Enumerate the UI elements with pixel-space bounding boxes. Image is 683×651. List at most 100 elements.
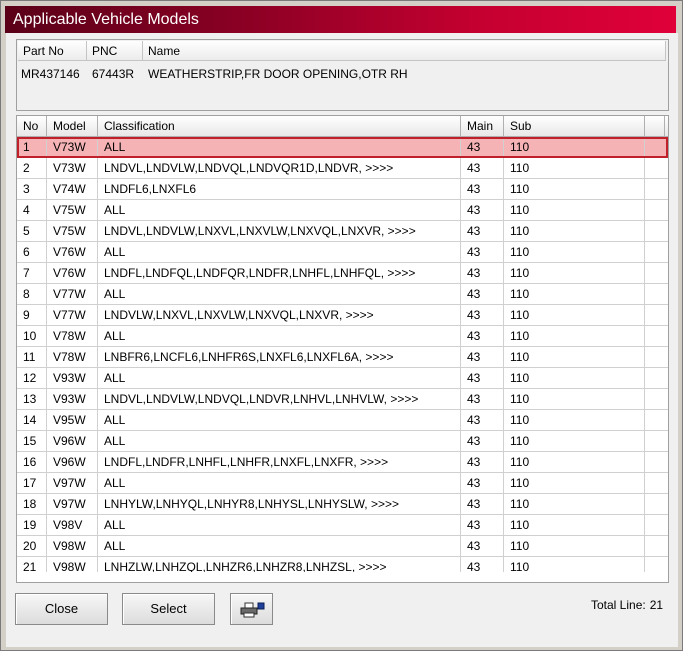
row-classification-cell: ALL: [98, 326, 461, 346]
table-header-row: No Model Classification Main Sub: [17, 116, 668, 137]
row-main-cell: 43: [461, 242, 504, 262]
table-row[interactable]: 18 V97W LNHYLW,LNHYQL,LNHYR8,LNHYSL,LNHYSL…: [17, 494, 668, 515]
row-classification-cell: ALL: [98, 410, 461, 430]
row-model-cell: V77W: [47, 284, 98, 304]
table-row[interactable]: 6 V76W ALL 43 110: [17, 242, 668, 263]
table-row[interactable]: 13 V93W LNDVL,LNDVLW,LNDVQL,LNDVR,LNHVL,LN…: [17, 389, 668, 410]
classification-column-header[interactable]: Classification: [98, 116, 461, 136]
row-model-cell: V97W: [47, 494, 98, 514]
table-body: 1 V73W ALL 43 110 2 V73W LNDVL,LNDVLW,LNDVQL,LN…: [17, 137, 668, 578]
row-main-cell: 43: [461, 158, 504, 178]
sub-column-header[interactable]: Sub: [504, 116, 645, 136]
row-sub-cell: 110: [504, 284, 645, 304]
table-row[interactable]: 10 V78W ALL 43 110: [17, 326, 668, 347]
pnc-header[interactable]: PNC: [87, 41, 143, 61]
row-classification-cell: ALL: [98, 137, 461, 157]
row-classification-cell: LNHYLW,LNHYQL,LNHYR8,LNHYSL,LNHYSLW, >>>…: [98, 494, 461, 514]
row-sub-cell: 110: [504, 179, 645, 199]
total-line-label: Total Line:: [591, 598, 646, 612]
table-row[interactable]: 16 V96W LNDFL,LNDFR,LNHFL,LNHFR,LNXFL,LNXF…: [17, 452, 668, 473]
table-row[interactable]: 14 V95W ALL 43 110: [17, 410, 668, 431]
table-row[interactable]: 17 V97W ALL 43 110: [17, 473, 668, 494]
row-sub-cell: 110: [504, 263, 645, 283]
part-name-value: WEATHERSTRIP,FR DOOR OPENING,OTR RH: [148, 67, 408, 81]
row-no-cell: 11: [17, 347, 47, 367]
close-button[interactable]: Close: [15, 593, 108, 625]
row-sub-cell: 110: [504, 347, 645, 367]
row-no-cell: 3: [17, 179, 47, 199]
row-model-cell: V98V: [47, 515, 98, 535]
no-column-header[interactable]: No: [17, 116, 47, 136]
table-row[interactable]: 19 V98V ALL 43 110: [17, 515, 668, 536]
row-no-cell: 16: [17, 452, 47, 472]
row-model-cell: V78W: [47, 347, 98, 367]
row-model-cell: V98W: [47, 536, 98, 556]
model-column-header[interactable]: Model: [47, 116, 98, 136]
table-row[interactable]: 9 V77W LNDVLW,LNXVL,LNXVLW,LNXVQL,LNXVR, >…: [17, 305, 668, 326]
table-row[interactable]: 11 V78W LNBFR6,LNCFL6,LNHFR6S,LNXFL6,LNXFL…: [17, 347, 668, 368]
row-main-cell: 43: [461, 452, 504, 472]
row-sub-cell: 110: [504, 242, 645, 262]
part-no-value: MR437146: [21, 67, 80, 81]
row-main-cell: 43: [461, 137, 504, 157]
row-filler: [645, 137, 665, 157]
row-main-cell: 43: [461, 221, 504, 241]
row-main-cell: 43: [461, 305, 504, 325]
row-classification-cell: ALL: [98, 431, 461, 451]
row-sub-cell: 110: [504, 410, 645, 430]
row-no-cell: 20: [17, 536, 47, 556]
table-row[interactable]: 15 V96W ALL 43 110: [17, 431, 668, 452]
row-sub-cell: 110: [504, 368, 645, 388]
row-no-cell: 18: [17, 494, 47, 514]
part-no-header[interactable]: Part No: [18, 41, 87, 61]
applicable-vehicle-models-window: Applicable Vehicle Models Part No PNC Na…: [0, 0, 683, 651]
print-button[interactable]: [230, 593, 273, 625]
row-model-cell: V78W: [47, 326, 98, 346]
table-row[interactable]: 8 V77W ALL 43 110: [17, 284, 668, 305]
table-row[interactable]: 2 V73W LNDVL,LNDVLW,LNDVQL,LNDVQR1D,LNDVR,…: [17, 158, 668, 179]
total-line-indicator: Total Line: 21: [591, 598, 667, 612]
row-filler: [645, 158, 665, 178]
table-row[interactable]: 12 V93W ALL 43 110: [17, 368, 668, 389]
row-sub-cell: 110: [504, 389, 645, 409]
row-main-cell: 43: [461, 263, 504, 283]
name-header[interactable]: Name: [143, 41, 666, 61]
row-classification-cell: LNDVL,LNDVLW,LNDVQL,LNDVR,LNHVL,LNHVLW, …: [98, 389, 461, 409]
table-row[interactable]: 4 V75W ALL 43 110: [17, 200, 668, 221]
row-filler: [645, 326, 665, 346]
row-classification-cell: ALL: [98, 200, 461, 220]
table-row[interactable]: 3 V74W LNDFL6,LNXFL6 43 110: [17, 179, 668, 200]
row-no-cell: 14: [17, 410, 47, 430]
row-filler: [645, 179, 665, 199]
row-classification-cell: LNDFL,LNDFQL,LNDFQR,LNDFR,LNHFL,LNHFQL, …: [98, 263, 461, 283]
header-filler: [645, 116, 665, 136]
total-line-value: 21: [649, 598, 664, 612]
vehicle-models-table: No Model Classification Main Sub 1 V73W AL…: [16, 115, 669, 583]
row-sub-cell: 110: [504, 158, 645, 178]
row-filler: [645, 452, 665, 472]
row-classification-cell: LNDVL,LNDVLW,LNDVQL,LNDVQR1D,LNDVR, >>>>: [98, 158, 461, 178]
row-model-cell: V77W: [47, 305, 98, 325]
row-main-cell: 43: [461, 389, 504, 409]
row-filler: [645, 347, 665, 367]
row-classification-cell: ALL: [98, 368, 461, 388]
row-model-cell: V93W: [47, 389, 98, 409]
select-button[interactable]: Select: [122, 593, 215, 625]
window-title: Applicable Vehicle Models: [5, 6, 676, 33]
table-row[interactable]: 5 V75W LNDVL,LNDVLW,LNXVL,LNXVLW,LNXVQL,LN…: [17, 221, 668, 242]
row-classification-cell: LNDFL6,LNXFL6: [98, 179, 461, 199]
row-no-cell: 9: [17, 305, 47, 325]
table-bottom-area: [17, 572, 668, 582]
row-filler: [645, 368, 665, 388]
row-classification-cell: ALL: [98, 473, 461, 493]
main-column-header[interactable]: Main: [461, 116, 504, 136]
row-model-cell: V76W: [47, 242, 98, 262]
table-row[interactable]: 7 V76W LNDFL,LNDFQL,LNDFQR,LNDFR,LNHFL,LNH…: [17, 263, 668, 284]
table-row[interactable]: 20 V98W ALL 43 110: [17, 536, 668, 557]
row-filler: [645, 221, 665, 241]
table-row[interactable]: 1 V73W ALL 43 110: [17, 137, 668, 158]
row-sub-cell: 110: [504, 452, 645, 472]
row-main-cell: 43: [461, 473, 504, 493]
part-info-row[interactable]: MR437146 67443R WEATHERSTRIP,FR DOOR OPE…: [21, 64, 408, 84]
row-no-cell: 5: [17, 221, 47, 241]
